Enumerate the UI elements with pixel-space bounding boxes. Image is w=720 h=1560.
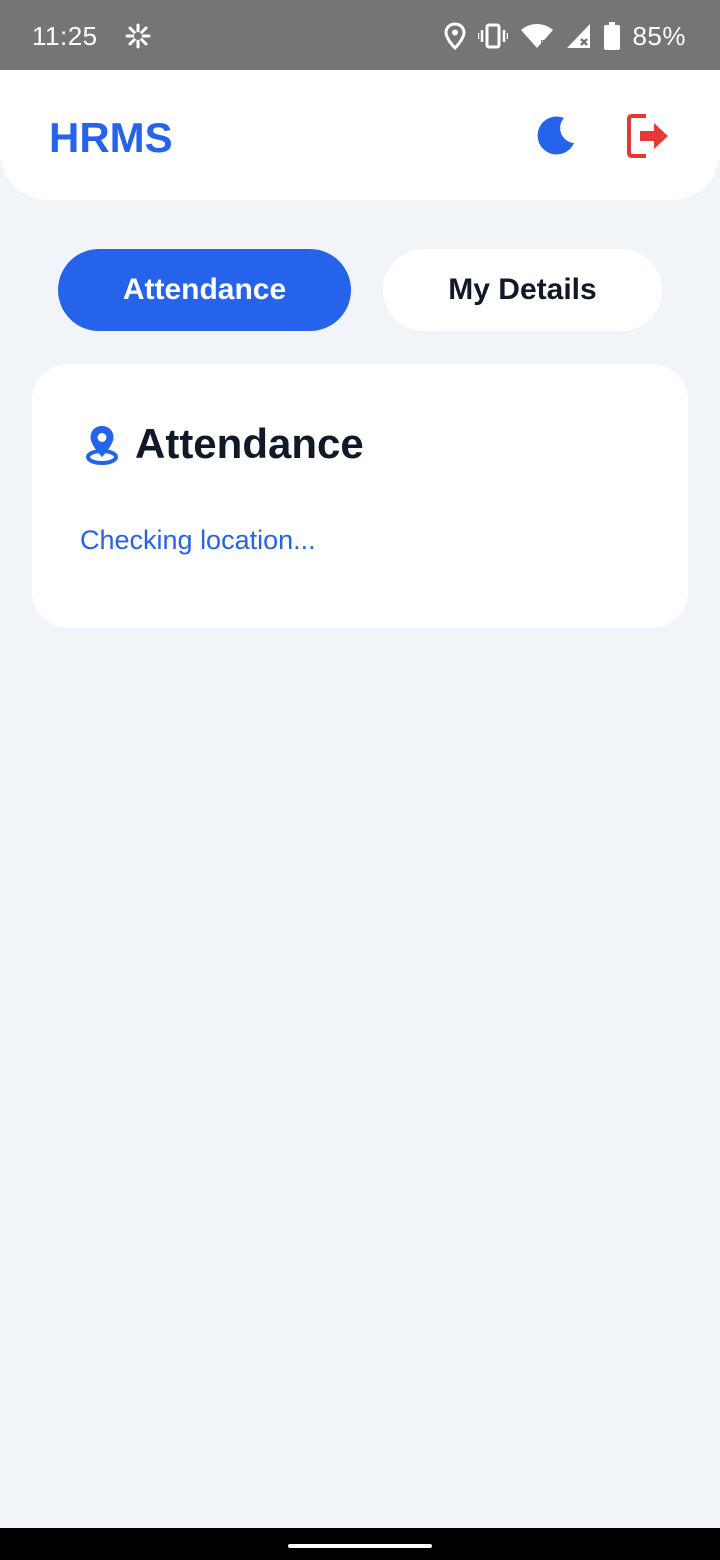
attendance-card: Attendance Checking location... <box>32 364 688 628</box>
tab-my-details[interactable]: My Details <box>383 249 662 331</box>
app-header: HRMS <box>0 70 720 200</box>
asterisk-icon <box>125 23 151 49</box>
status-icons: 5 85% <box>444 18 686 54</box>
wifi-icon: 5 <box>521 24 554 49</box>
status-time: 11:25 <box>32 21 98 51</box>
battery-percent: 85% <box>632 21 686 51</box>
battery-icon <box>604 22 621 50</box>
location-icon <box>444 22 466 50</box>
cell-signal-icon <box>567 24 591 48</box>
vibrate-icon <box>478 23 509 49</box>
card-title: Attendance <box>135 420 364 467</box>
status-bar: 11:25 5 85% <box>0 0 720 70</box>
tab-attendance[interactable]: Attendance <box>58 249 351 331</box>
svg-text:5: 5 <box>540 39 546 49</box>
location-pin-icon <box>86 426 118 465</box>
app-title: HRMS <box>49 114 173 161</box>
moon-icon[interactable] <box>534 114 578 158</box>
location-status-text: Checking location... <box>80 525 316 555</box>
home-indicator[interactable] <box>288 1544 432 1548</box>
navigation-bar <box>0 1528 720 1560</box>
logout-icon[interactable] <box>624 114 670 158</box>
